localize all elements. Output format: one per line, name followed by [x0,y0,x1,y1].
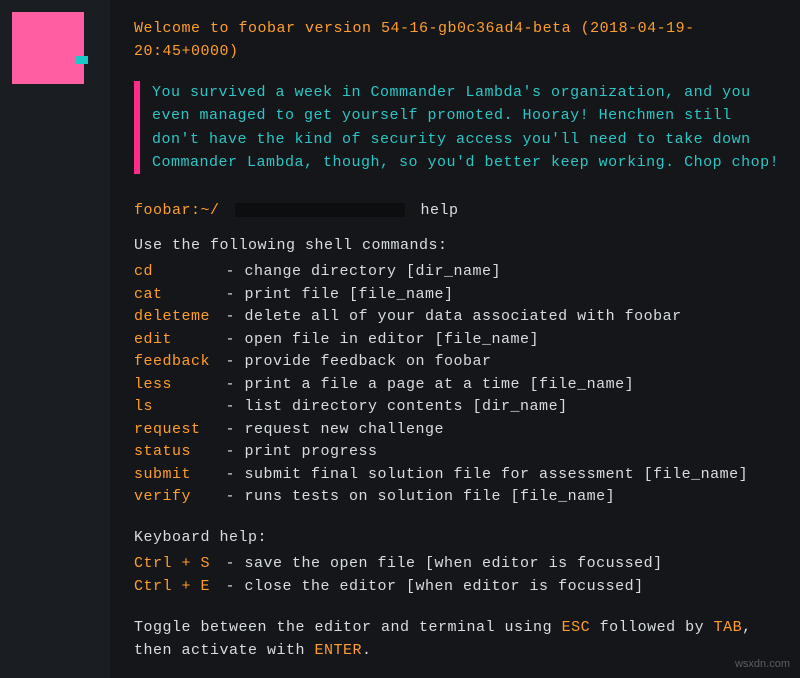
command-desc: request new challenge [245,421,445,438]
keyboard-row: Ctrl + S - save the open file [when edit… [134,553,780,576]
sidebar [0,0,110,678]
keyboard-desc: save the open file [when editor is focus… [245,555,663,572]
command-name: status [134,441,216,464]
toggle-text: . [362,642,372,659]
welcome-banner: Welcome to foobar version 54-16-gb0c36ad… [134,18,780,63]
command-row: cd - change directory [dir_name] [134,261,780,284]
command-sep: - [216,286,245,303]
tab-key: TAB [714,619,743,636]
command-list: cd - change directory [dir_name] cat - p… [134,261,780,509]
command-name: less [134,374,216,397]
command-sep: - [216,443,245,460]
command-desc: list directory contents [dir_name] [245,398,568,415]
command-row: request - request new challenge [134,419,780,442]
command-name: submit [134,464,216,487]
command-sep: - [216,376,245,393]
avatar [12,12,84,84]
command-name: feedback [134,351,216,374]
command-sep: - [216,466,245,483]
command-desc: print file [file_name] [245,286,454,303]
command-row: submit - submit final solution file for … [134,464,780,487]
command-name: edit [134,329,216,352]
watermark: wsxdn.com [735,656,790,673]
toggle-hint: Toggle between the editor and terminal u… [134,616,780,663]
story-message: You survived a week in Commander Lambda'… [134,81,780,174]
prompt-line[interactable]: foobar:~/ help [134,200,780,223]
command-row: edit - open file in editor [file_name] [134,329,780,352]
terminal[interactable]: Welcome to foobar version 54-16-gb0c36ad… [110,0,800,678]
command-row: verify - runs tests on solution file [fi… [134,486,780,509]
keyboard-list: Ctrl + S - save the open file [when edit… [134,553,780,598]
command-sep: - [216,308,245,325]
command-name: ls [134,396,216,419]
command-desc: provide feedback on foobar [245,353,492,370]
prompt-path: foobar:~/ [134,202,220,219]
command-sep: - [216,263,245,280]
command-desc: submit final solution file for assessmen… [245,466,749,483]
command-name: request [134,419,216,442]
keyboard-combo: Ctrl + S [134,553,216,576]
command-desc: open file in editor [file_name] [245,331,540,348]
command-desc: print progress [245,443,378,460]
command-desc: delete all of your data associated with … [245,308,682,325]
command-row: less - print a file a page at a time [fi… [134,374,780,397]
toggle-text: followed by [590,619,714,636]
enter-key: ENTER [315,642,363,659]
command-sep: - [216,353,245,370]
keyboard-row: Ctrl + E - close the editor [when editor… [134,576,780,599]
command-name: cat [134,284,216,307]
command-row: ls - list directory contents [dir_name] [134,396,780,419]
command-name: cd [134,261,216,284]
keyboard-sep: - [216,578,245,595]
command-row: feedback - provide feedback on foobar [134,351,780,374]
command-row: deleteme - delete all of your data assoc… [134,306,780,329]
command-name: verify [134,486,216,509]
keyboard-combo: Ctrl + E [134,576,216,599]
help-intro: Use the following shell commands: [134,235,780,258]
esc-key: ESC [562,619,591,636]
avatar-accent-icon [76,56,88,64]
command-sep: - [216,488,245,505]
command-sep: - [216,331,245,348]
command-desc: print a file a page at a time [file_name… [245,376,635,393]
keyboard-sep: - [216,555,245,572]
command-desc: runs tests on solution file [file_name] [245,488,616,505]
keyboard-desc: close the editor [when editor is focusse… [245,578,644,595]
command-row: status - print progress [134,441,780,464]
prompt-command: help [421,202,459,219]
keyboard-intro: Keyboard help: [134,527,780,550]
toggle-text: Toggle between the editor and terminal u… [134,619,562,636]
command-row: cat - print file [file_name] [134,284,780,307]
command-sep: - [216,398,245,415]
command-sep: - [216,421,245,438]
prompt-redacted [235,203,405,217]
command-name: deleteme [134,306,216,329]
command-desc: change directory [dir_name] [245,263,502,280]
